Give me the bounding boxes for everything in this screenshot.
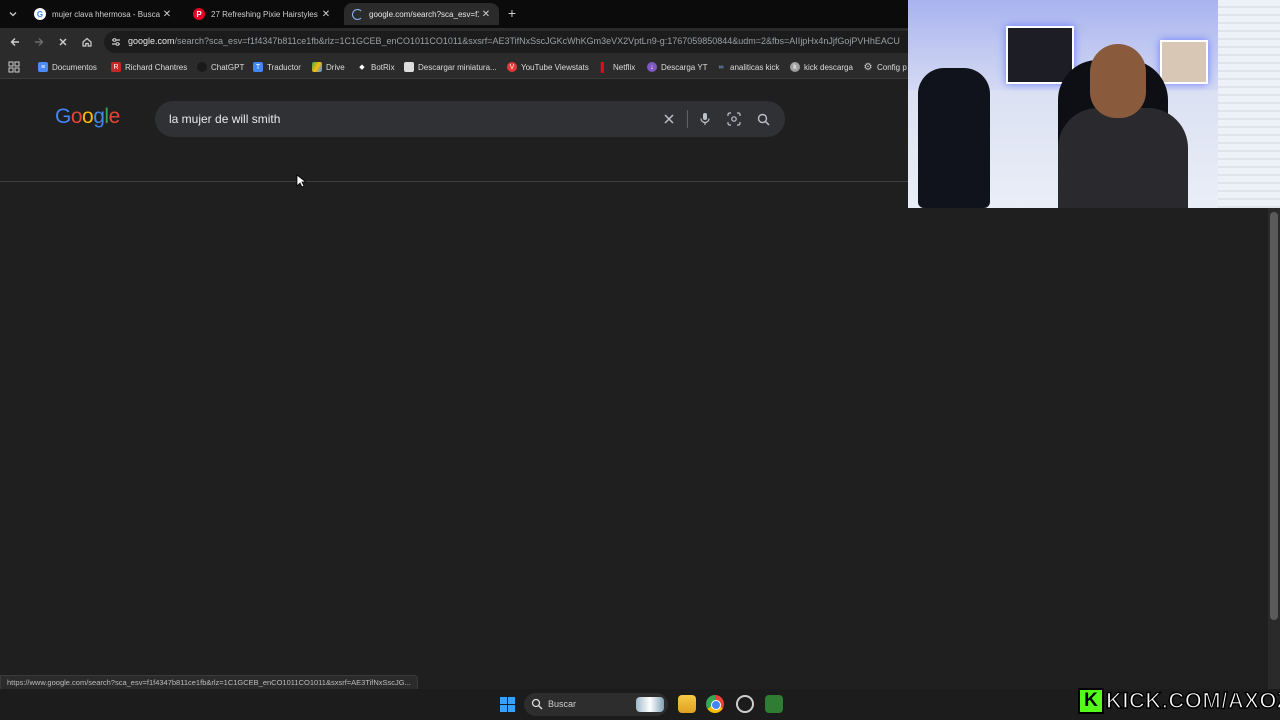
tab-title: 27 Refreshing Pixie Hairstyles 2 bbox=[211, 9, 319, 19]
tab-pinterest[interactable]: P 27 Refreshing Pixie Hairstyles 2 ✕ bbox=[185, 3, 339, 25]
bookmark-analiticas-kick[interactable]: ∞ analiticas kick bbox=[716, 60, 780, 74]
search-input[interactable]: la mujer de will smith bbox=[155, 101, 785, 137]
google-logo[interactable]: Google bbox=[55, 105, 120, 129]
bookmark-descarga-yt[interactable]: ↓ Descarga YT bbox=[647, 60, 708, 74]
camera-lens-icon[interactable] bbox=[726, 111, 742, 127]
file-explorer-icon[interactable] bbox=[678, 695, 696, 713]
kick-channel-text: KICK.COM/AXOZ bbox=[1105, 687, 1280, 714]
address-url: google.com/search?sca_esv=f1f4347b811ce1… bbox=[128, 36, 900, 46]
app-icon[interactable] bbox=[765, 695, 783, 713]
microphone-icon[interactable] bbox=[697, 111, 713, 127]
back-button[interactable] bbox=[6, 33, 24, 51]
taskbar-search[interactable]: Buscar bbox=[524, 693, 668, 716]
site-info-icon[interactable] bbox=[110, 36, 122, 48]
wall-poster-left bbox=[1006, 26, 1074, 84]
search-query[interactable]: la mujer de will smith bbox=[169, 112, 280, 126]
tab-search-chevron-icon[interactable] bbox=[4, 5, 22, 23]
bookmark-netflix[interactable]: ▌ Netflix bbox=[599, 60, 635, 74]
taskbar-search-label: Buscar bbox=[548, 699, 577, 709]
search-icon[interactable] bbox=[755, 111, 771, 127]
google-icon: G bbox=[34, 8, 46, 20]
bookmark-documentos[interactable]: ≡ Documentos bbox=[38, 60, 97, 74]
page-scrollbar[interactable] bbox=[1268, 200, 1280, 690]
streamer-head bbox=[1090, 44, 1146, 118]
search-highlight-image bbox=[636, 697, 664, 712]
gear-icon: ⚙ bbox=[863, 61, 873, 73]
close-icon[interactable]: ✕ bbox=[319, 7, 333, 21]
windows-start-icon[interactable] bbox=[500, 697, 515, 712]
botrix-icon: ◆ bbox=[359, 64, 365, 71]
tab-title: mujer clava hhermosa - Buscar bbox=[52, 9, 160, 19]
loading-icon bbox=[352, 8, 363, 20]
bookmark-botrix[interactable]: ◆ BotRix bbox=[357, 60, 394, 74]
tab-google-search[interactable]: G mujer clava hhermosa - Buscar ✕ bbox=[26, 3, 180, 25]
chatgpt-icon bbox=[197, 62, 207, 72]
streamer-shirt bbox=[1058, 108, 1188, 208]
clear-icon[interactable] bbox=[661, 111, 677, 127]
download-icon: ↓ bbox=[647, 62, 657, 72]
bookmark-config[interactable]: ⚙ Config p bbox=[863, 60, 907, 74]
netflix-icon: ▌ bbox=[600, 62, 608, 72]
webcam-overlay bbox=[908, 0, 1280, 208]
scrollbar-thumb[interactable] bbox=[1270, 212, 1278, 620]
page-icon bbox=[404, 62, 414, 72]
home-button[interactable] bbox=[78, 33, 96, 51]
kick-watermark: K KICK.COM/AXOZ bbox=[1078, 687, 1280, 715]
drive-icon bbox=[312, 62, 322, 72]
kick-icon: k bbox=[790, 62, 800, 72]
search-divider bbox=[687, 110, 688, 128]
docs-icon: ≡ bbox=[38, 62, 48, 72]
close-icon bbox=[59, 38, 67, 46]
home-icon bbox=[82, 37, 92, 47]
tab-google-active[interactable]: google.com/search?sca_esv=f1 ✕ bbox=[344, 3, 499, 25]
bookmark-kick-descarga[interactable]: k kick descarga bbox=[790, 60, 853, 74]
translate-icon: T bbox=[253, 62, 263, 72]
arrow-left-icon bbox=[10, 38, 19, 46]
tab-title: google.com/search?sca_esv=f1 bbox=[369, 9, 479, 19]
bookmark-traductor[interactable]: T Traductor bbox=[253, 60, 301, 74]
address-bar[interactable]: google.com/search?sca_esv=f1f4347b811ce1… bbox=[104, 31, 924, 53]
close-icon[interactable]: ✕ bbox=[479, 7, 493, 21]
bookmark-youtube-viewstats[interactable]: V YouTube Viewstats bbox=[507, 60, 589, 74]
pinterest-icon: P bbox=[193, 8, 205, 20]
viewstats-icon: V bbox=[507, 62, 517, 72]
bookmark-drive[interactable]: Drive bbox=[312, 60, 345, 74]
chrome-icon[interactable] bbox=[706, 695, 724, 713]
analytics-icon: ∞ bbox=[718, 63, 724, 71]
window-blinds bbox=[1218, 0, 1280, 208]
forward-button[interactable] bbox=[30, 33, 48, 51]
close-icon[interactable]: ✕ bbox=[160, 7, 174, 21]
bookmark-descargar-miniatura[interactable]: Descargar miniatura... bbox=[404, 60, 497, 74]
apps-grid-icon[interactable] bbox=[8, 61, 20, 73]
kick-logo-icon: K bbox=[1078, 688, 1104, 714]
stop-button[interactable] bbox=[54, 33, 72, 51]
bookmark-chatgpt[interactable]: ChatGPT bbox=[197, 60, 244, 74]
bookmark-richard-chantres[interactable]: R Richard Chantres bbox=[111, 60, 187, 74]
new-tab-button[interactable]: + bbox=[505, 6, 519, 20]
obs-icon[interactable] bbox=[736, 695, 754, 713]
wall-poster-right bbox=[1160, 40, 1208, 84]
mouse-cursor-icon bbox=[296, 174, 306, 188]
search-icon bbox=[531, 698, 543, 710]
bookmark-icon: R bbox=[111, 62, 121, 72]
gaming-chair bbox=[918, 68, 990, 208]
arrow-right-icon bbox=[35, 38, 44, 46]
